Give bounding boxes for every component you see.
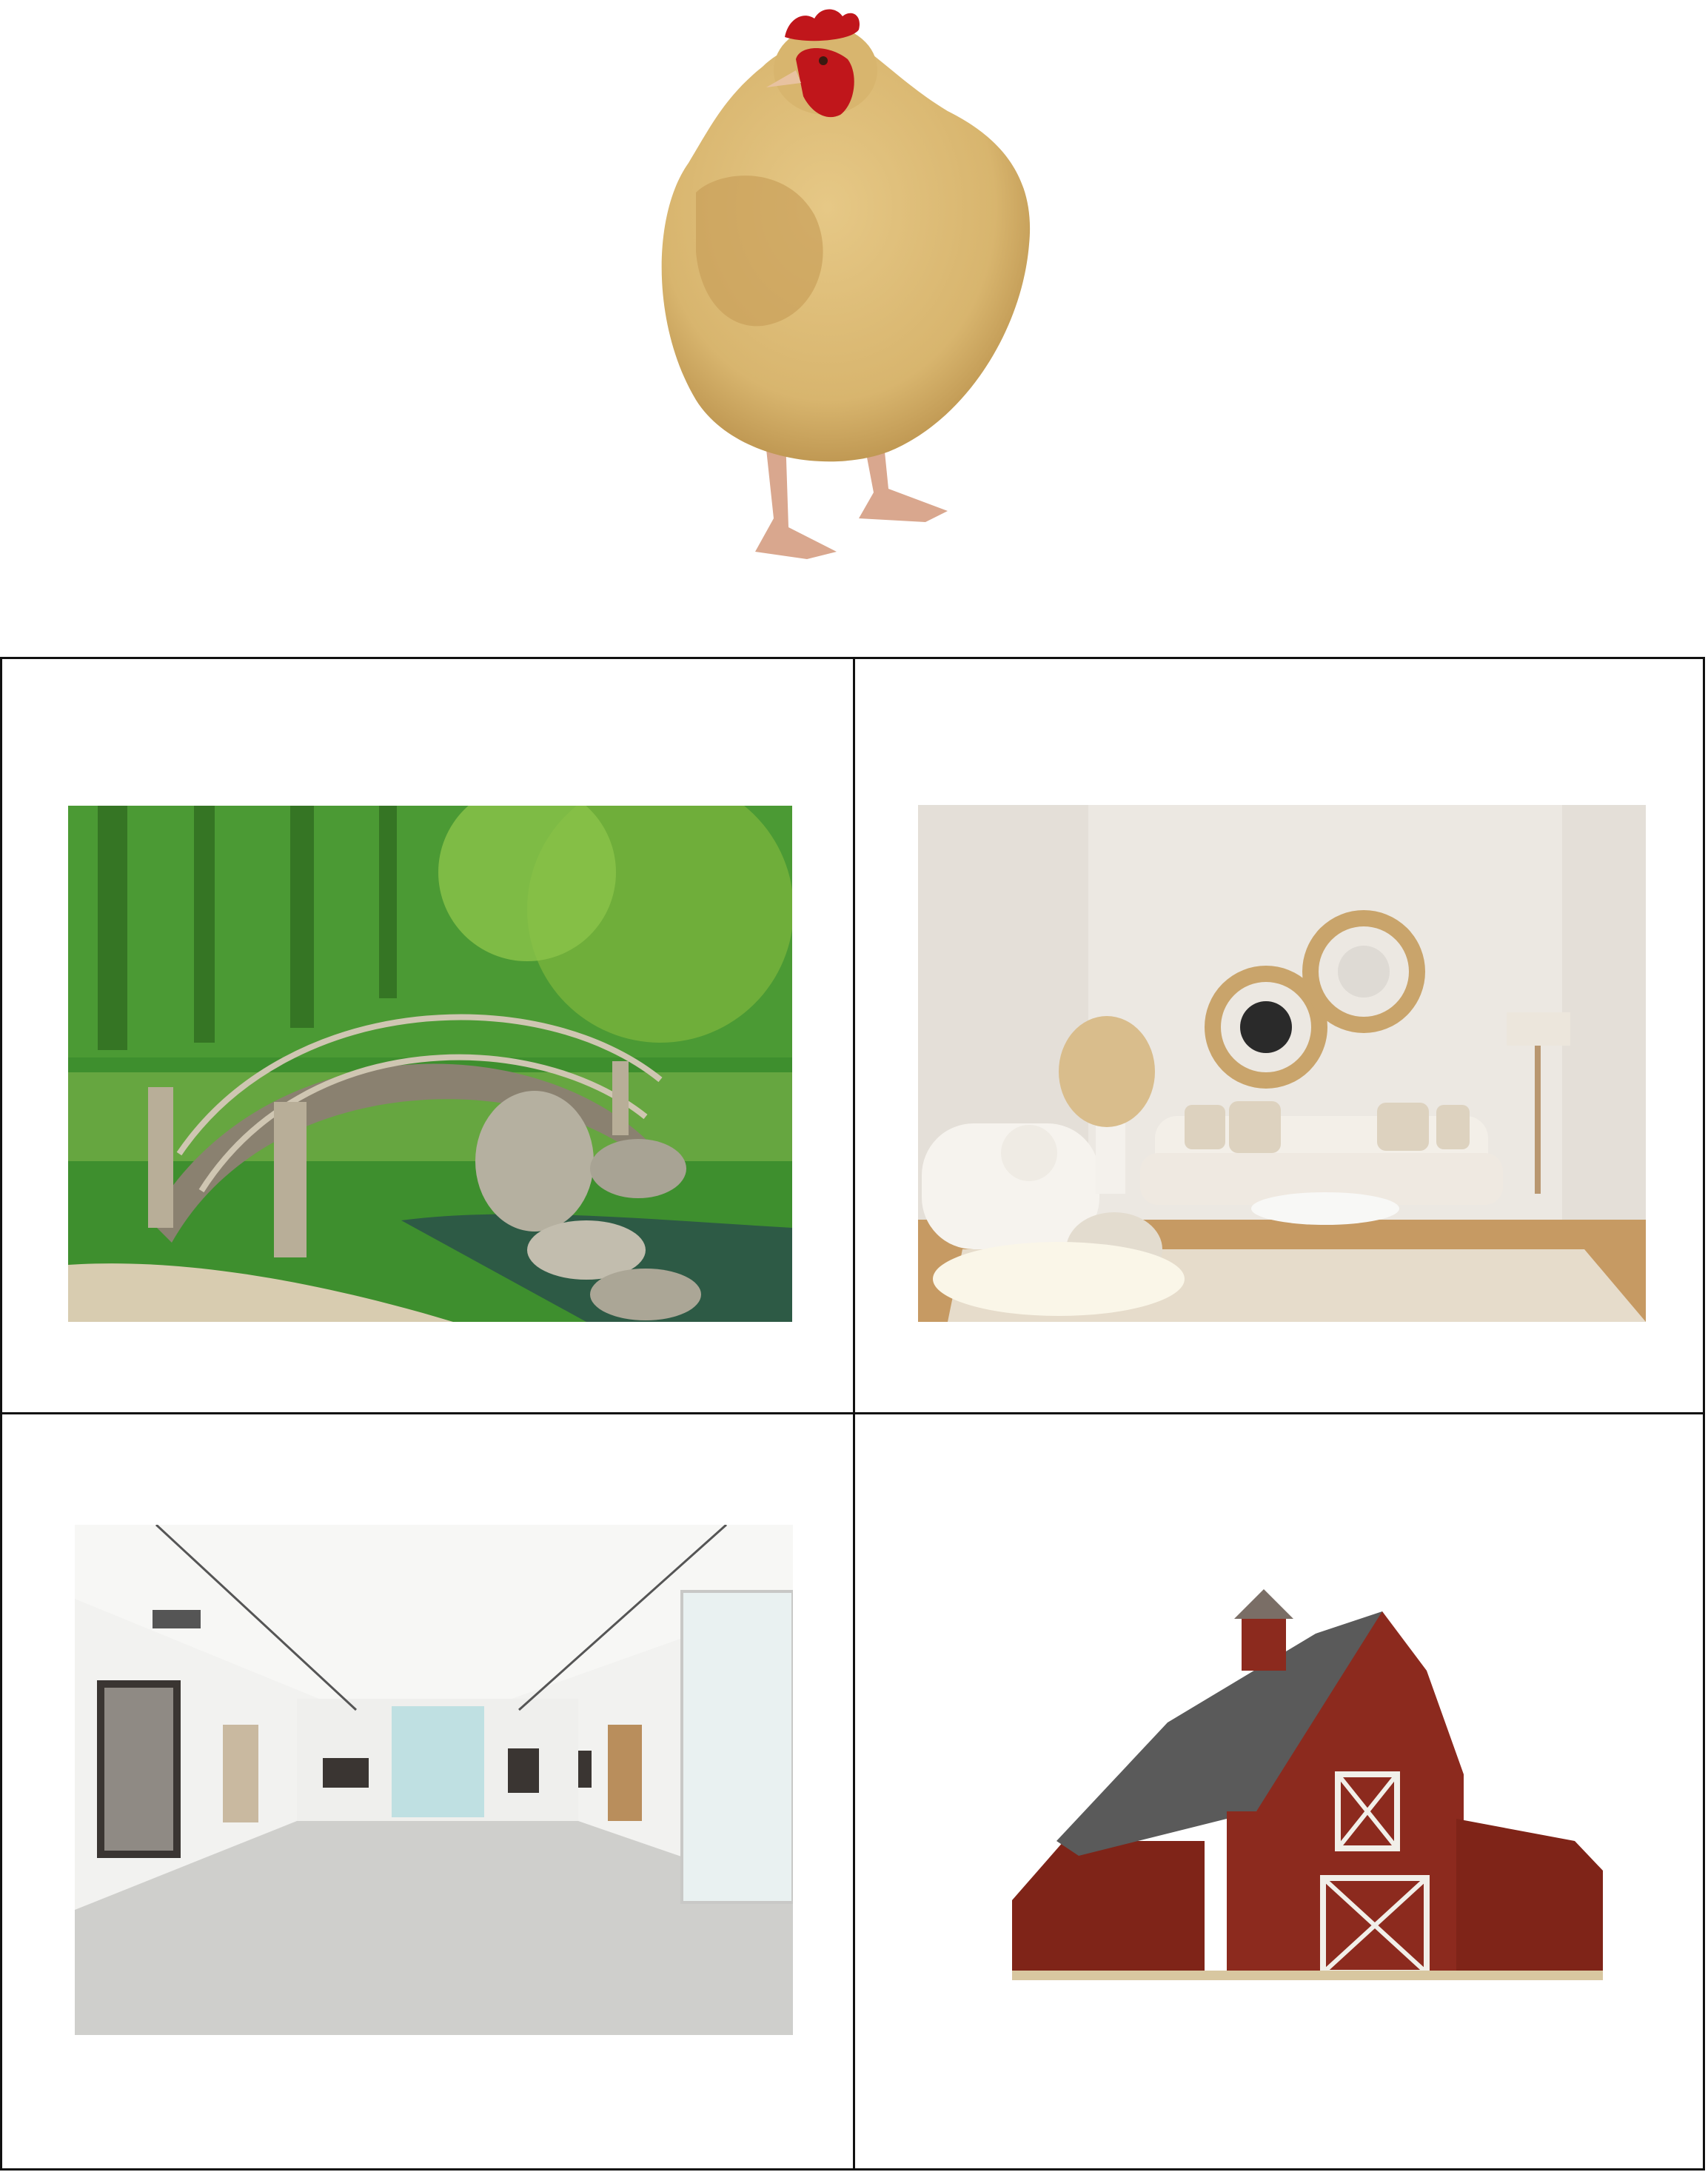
red-barn-image (1012, 1589, 1603, 1980)
hen-image-area (0, 0, 1708, 655)
garden-bridge-image (68, 806, 792, 1322)
hen-image (661, 9, 1031, 559)
grid-divider-horizontal (0, 1412, 1705, 1414)
living-room-image (918, 805, 1646, 1322)
gallery-hall-image (75, 1525, 793, 2035)
